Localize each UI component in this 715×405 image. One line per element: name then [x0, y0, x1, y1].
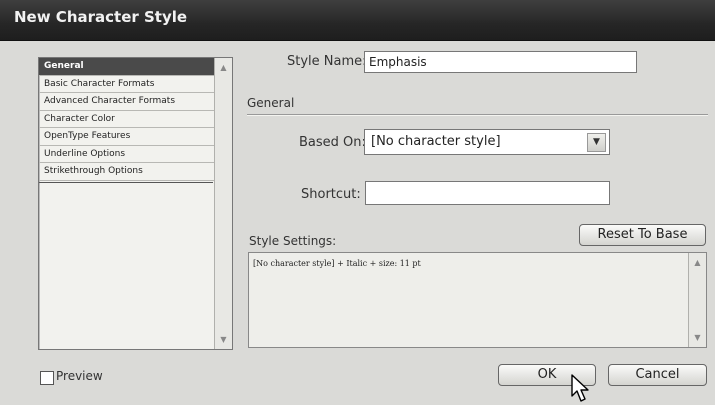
category-list[interactable]: General Basic Character Formats Advanced…: [38, 57, 233, 350]
category-item-advanced-character-formats[interactable]: Advanced Character Formats: [39, 93, 214, 111]
title-bar: New Character Style: [0, 0, 715, 41]
category-item-character-color[interactable]: Character Color: [39, 111, 214, 128]
based-on-label: Based On:: [299, 135, 366, 150]
dialog-body: General Basic Character Formats Advanced…: [0, 41, 715, 405]
category-item-general[interactable]: General: [39, 58, 214, 76]
category-item-strikethrough-options[interactable]: Strikethrough Options: [39, 163, 214, 181]
chevron-down-icon[interactable]: ▼: [587, 133, 606, 152]
category-item-basic-character-formats[interactable]: Basic Character Formats: [39, 76, 214, 93]
section-divider: [247, 114, 708, 116]
scroll-up-icon[interactable]: ▲: [690, 255, 705, 270]
style-name-input[interactable]: Emphasis: [364, 51, 637, 73]
list-divider: [39, 182, 213, 183]
shortcut-label: Shortcut:: [301, 187, 361, 202]
preview-checkbox[interactable]: [40, 371, 54, 385]
cancel-button[interactable]: Cancel: [608, 364, 707, 386]
style-settings-label: Style Settings:: [249, 234, 337, 248]
category-item-underline-options[interactable]: Underline Options: [39, 146, 214, 163]
shortcut-input[interactable]: [365, 181, 610, 205]
style-settings-text: [No character style] + Italic + size: 11…: [253, 259, 421, 268]
style-settings-box: [No character style] + Italic + size: 11…: [248, 252, 707, 348]
based-on-select[interactable]: [No character style] ▼: [364, 129, 610, 155]
style-settings-scrollbar[interactable]: ▲ ▼: [688, 253, 706, 347]
reset-to-base-button[interactable]: Reset To Base: [579, 224, 706, 246]
category-list-scrollbar[interactable]: ▲ ▼: [214, 58, 232, 349]
style-name-label: Style Name:: [287, 54, 367, 69]
scroll-down-icon[interactable]: ▼: [690, 330, 705, 345]
scroll-up-icon[interactable]: ▲: [216, 60, 231, 75]
preview-label: Preview: [56, 369, 103, 383]
based-on-value: [No character style]: [371, 134, 501, 149]
mouse-pointer-icon: [571, 374, 589, 402]
category-item-opentype-features[interactable]: OpenType Features: [39, 128, 214, 146]
section-title-general: General: [247, 96, 295, 110]
scroll-down-icon[interactable]: ▼: [216, 332, 231, 347]
dialog-title: New Character Style: [14, 8, 188, 26]
